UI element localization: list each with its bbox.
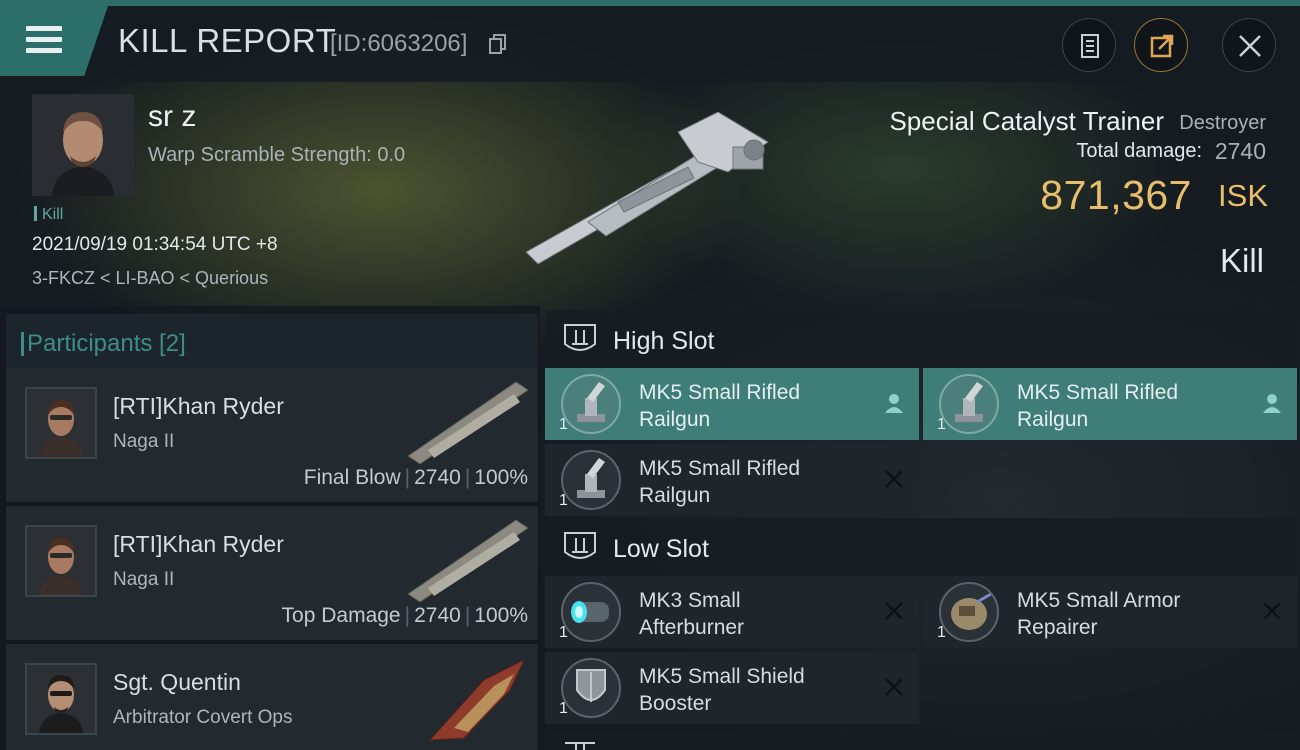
- page-title: KILL REPORT: [118, 22, 337, 59]
- module-slot[interactable]: 1 MK3 Small Afterburner: [545, 576, 919, 648]
- participant-name: [RTI]Khan Ryder: [113, 531, 284, 557]
- destroyed-x-icon: [885, 602, 903, 620]
- kill-result: Kill: [1219, 242, 1264, 279]
- module-quantity: 1: [937, 624, 946, 641]
- naga-ship-image: [407, 519, 529, 602]
- ship-name[interactable]: Special Catalyst Trainer: [889, 106, 1164, 137]
- dropped-person-icon: [1263, 394, 1281, 413]
- participant-percent: 100%: [474, 466, 528, 489]
- participant-card[interactable]: [RTI]Khan Ryder Naga II Final Blow | 2740 |…: [6, 368, 538, 502]
- copy-icon[interactable]: [489, 34, 507, 54]
- low-slot-header: Low Slot: [546, 518, 1296, 576]
- next-slot-header: [546, 734, 1296, 750]
- module-quantity: 1: [559, 624, 568, 641]
- module-name: MK5 Small Rifled Railgun: [1017, 381, 1179, 431]
- participant-avatar: [25, 663, 97, 735]
- module-name: MK5 Small Shield Booster: [639, 665, 805, 715]
- share-icon: [1150, 34, 1174, 58]
- report-id: [ID:6063206]: [330, 30, 468, 57]
- module-name: MK5 Small Rifled Railgun: [639, 457, 801, 507]
- module-name: MK5 Small Armor Repairer: [1017, 589, 1181, 639]
- ship-class: Destroyer: [1179, 112, 1266, 134]
- slot-icon: [565, 742, 595, 750]
- participant-ship: Naga II: [113, 569, 175, 590]
- hamburger-icon: [26, 26, 62, 54]
- module-name: MK3 Small Afterburner: [639, 589, 745, 639]
- clipboard-button[interactable]: [1062, 18, 1116, 72]
- participant-stats: Final Blow | 2740 | 100%: [303, 466, 528, 489]
- module-slot[interactable]: 1 MK5 Small Rifled Railgun: [923, 368, 1297, 440]
- destroyed-x-icon: [885, 470, 903, 488]
- participant-avatar: [25, 387, 97, 459]
- naga-ship-image: [407, 381, 529, 464]
- participant-card[interactable]: [RTI]Khan Ryder Naga II Top Damage | 2740 |…: [6, 506, 538, 640]
- low-slot-icon: [564, 532, 596, 559]
- victim-summary: sr z Warp Scramble Strength: 0.0 Kill 20…: [0, 82, 1300, 306]
- participant-role: Top Damage: [281, 604, 401, 627]
- participants-header[interactable]: Participants [2]: [6, 314, 538, 368]
- module-quantity: 1: [559, 416, 568, 433]
- module-slot[interactable]: 1 MK5 Small Rifled Railgun: [545, 368, 919, 440]
- destroyed-x-icon: [1263, 602, 1281, 620]
- share-button[interactable]: [1134, 18, 1188, 72]
- module-slot[interactable]: 1 MK5 Small Rifled Railgun: [545, 444, 919, 516]
- module-quantity: 1: [937, 416, 946, 433]
- participant-percent: 100%: [474, 604, 528, 627]
- shield-booster-icon: [561, 658, 621, 718]
- railgun-icon: [561, 450, 621, 510]
- railgun-icon: [561, 374, 621, 434]
- low-slot-label: Low Slot: [613, 535, 709, 563]
- total-damage-value: 2740: [1214, 138, 1266, 164]
- high-slot-header: High Slot: [546, 310, 1296, 368]
- participant-damage: 2740: [414, 604, 461, 627]
- kill-location[interactable]: 3-FKCZ < LI-BAO < Querious: [32, 268, 268, 289]
- arbitrator-ship-image: [428, 658, 526, 741]
- module-name: MK5 Small Rifled Railgun: [639, 381, 801, 431]
- participant-stats: Top Damage | 2740 | 100%: [281, 604, 528, 627]
- fitting-panel: High Slot 1 MK5 Small Rifled Railgun 1 M…: [540, 306, 1300, 750]
- warp-scramble-strength: Warp Scramble Strength: 0.0: [148, 144, 406, 166]
- ship-image[interactable]: [518, 112, 788, 272]
- close-button[interactable]: [1222, 18, 1276, 72]
- armor-repairer-icon: [939, 582, 999, 642]
- isk-value: 871,367: [1040, 172, 1192, 218]
- participant-role: Final Blow: [303, 466, 401, 489]
- participant-name: Sgt. Quentin: [113, 669, 241, 695]
- participant-avatar: [25, 525, 97, 597]
- afterburner-icon: [561, 582, 621, 642]
- module-quantity: 1: [559, 492, 568, 509]
- clipboard-icon: [1081, 34, 1099, 58]
- kill-time: 2021/09/19 01:34:54 UTC +8: [32, 234, 278, 255]
- destroyed-x-icon: [885, 678, 903, 696]
- participant-damage: 2740: [414, 466, 461, 489]
- participant-card[interactable]: Sgt. Quentin Arbitrator Covert Ops: [6, 644, 538, 750]
- participants-title: Participants [2]: [21, 330, 186, 357]
- module-slot[interactable]: 1 MK5 Small Armor Repairer: [923, 576, 1297, 648]
- total-damage-label: Total damage:: [1076, 140, 1202, 162]
- close-icon: [1239, 35, 1261, 57]
- module-slot[interactable]: 1 MK5 Small Shield Booster: [545, 652, 919, 724]
- high-slot-icon: [564, 324, 596, 351]
- dropped-person-icon: [885, 394, 903, 413]
- participant-name: [RTI]Khan Ryder: [113, 393, 284, 419]
- high-slot-label: High Slot: [613, 327, 715, 355]
- isk-unit: ISK: [1218, 178, 1268, 213]
- module-quantity: 1: [559, 700, 568, 717]
- railgun-icon: [939, 374, 999, 434]
- victim-name[interactable]: sr z: [148, 100, 196, 134]
- kill-tag: Kill: [34, 206, 63, 224]
- participant-ship: Naga II: [113, 431, 175, 452]
- participants-panel: Participants [2] [RTI]Khan Ryder Naga II…: [0, 306, 540, 750]
- participant-ship: Arbitrator Covert Ops: [113, 707, 293, 728]
- victim-portrait[interactable]: [32, 94, 134, 196]
